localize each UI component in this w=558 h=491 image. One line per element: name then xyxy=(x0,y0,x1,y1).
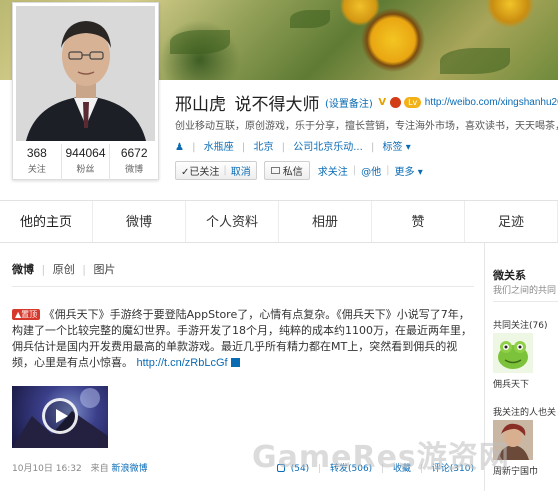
also-follow-name[interactable]: 周新宁国巾 xyxy=(493,464,538,477)
profile-meta: ♟ | 水瓶座 | 北京 | 公司北京乐动... | 标签 ▾ xyxy=(175,138,558,153)
filter-original[interactable]: 原创 xyxy=(53,263,75,276)
cover-leaf xyxy=(440,48,510,74)
common-follow-name[interactable]: 佣兵天下 xyxy=(493,377,529,390)
divider xyxy=(12,286,474,287)
pin-label: 置顶 xyxy=(21,310,38,319)
tab-footprints[interactable]: 足迹 xyxy=(465,201,558,242)
pinned-badge: ▲置顶 xyxy=(12,309,41,320)
also-follow-heading: 我关注的人也关 xyxy=(493,408,557,418)
post-footer: 10月10日 16:32 来自 新浪微博 (54) | 转发(506) | 收藏… xyxy=(12,461,474,474)
feed-filters: 微博 | 原创 | 图片 xyxy=(12,261,115,277)
divider: | xyxy=(370,142,375,153)
profile-tabs: 他的主页 微博 个人资料 相册 赞 足迹 xyxy=(0,200,558,243)
relations-sidebar: 微关系 我们之间的共同 共同关注(76) 佣兵天下 我关注的人也关 周新宁国巾 xyxy=(484,243,558,491)
stat-value: 6672 xyxy=(120,146,148,160)
stat-label: 关注 xyxy=(27,165,46,175)
play-icon[interactable] xyxy=(42,398,78,434)
tags-link[interactable]: 标签 xyxy=(383,142,403,153)
thumb-up-icon xyxy=(276,464,285,472)
ask-follow-link[interactable]: 求关注 xyxy=(318,163,348,178)
divider: | xyxy=(318,464,322,474)
video-link-icon xyxy=(231,358,241,367)
cover-leaf xyxy=(170,30,230,54)
favorite-button[interactable]: 收藏 xyxy=(393,464,411,474)
stat-label: 粉丝 xyxy=(76,165,95,175)
divider: | xyxy=(352,164,357,176)
filter-all[interactable]: 微博 xyxy=(12,263,34,276)
tab-likes[interactable]: 赞 xyxy=(372,201,465,242)
post-actions: (54) | 转发(506) | 收藏 | 评论(310) xyxy=(265,461,474,474)
mail-icon xyxy=(270,166,280,174)
profile-stats: 368 关注 944064 粉丝 6672 微博 xyxy=(13,144,158,180)
avatar[interactable] xyxy=(16,6,155,141)
divider: | xyxy=(419,464,423,474)
stat-followers[interactable]: 944064 粉丝 xyxy=(62,144,111,180)
profile-card: 368 关注 944064 粉丝 6672 微博 xyxy=(12,2,159,180)
more-label: 更多 xyxy=(394,166,415,178)
post-link[interactable]: http://t.cn/zRbLcGf xyxy=(137,357,228,369)
medal-icon[interactable] xyxy=(389,97,401,108)
common-follow-heading[interactable]: 共同关注(76) xyxy=(493,318,547,331)
profile-name-row: 邢山虎_说不得大师 (设置备注) V Lv http://weibo.com/x… xyxy=(175,90,558,112)
like-count: (54) xyxy=(290,464,310,474)
comment-button[interactable]: 评论(310) xyxy=(432,464,474,474)
sidebar-title: 微关系 xyxy=(493,269,526,282)
video-thumbnail[interactable] xyxy=(12,386,108,448)
profile-actions: ✓已关注 | 取消 私信 求关注 | @他 | 更多 ▾ xyxy=(175,160,423,180)
followed-button[interactable]: ✓已关注 | 取消 xyxy=(175,160,257,180)
chevron-down-icon: ▾ xyxy=(405,142,411,153)
message-button[interactable]: 私信 xyxy=(263,160,310,180)
sidebar-subtitle: 我们之间的共同 xyxy=(493,286,557,296)
mention-link[interactable]: @他 xyxy=(361,163,381,178)
stat-label: 微博 xyxy=(125,165,144,175)
profile-name: 邢山虎_说不得大师 xyxy=(175,95,320,112)
also-follow-avatar[interactable] xyxy=(493,420,533,460)
tab-weibo[interactable]: 微博 xyxy=(93,201,186,242)
repost-button[interactable]: 转发(506) xyxy=(330,464,372,474)
tab-profile-info[interactable]: 个人资料 xyxy=(186,201,279,242)
person-icon: ♟ xyxy=(175,142,184,153)
divider: | xyxy=(381,464,385,474)
divider: | xyxy=(82,263,86,276)
tab-home[interactable]: 他的主页 xyxy=(0,201,93,242)
message-label: 私信 xyxy=(282,166,303,178)
divider: | xyxy=(281,142,286,153)
unfollow-link[interactable]: 取消 xyxy=(231,163,251,178)
divider: | xyxy=(241,142,246,153)
divider xyxy=(493,301,558,302)
company-link[interactable]: 公司北京乐动... xyxy=(293,142,363,153)
source-prefix: 来自 xyxy=(90,464,109,474)
divider: | xyxy=(223,164,227,176)
divider: | xyxy=(192,142,196,153)
followed-label: ✓已关注 xyxy=(181,166,220,178)
post-text: ▲置顶 《佣兵天下》手游终于要登陆AppStore了，心情有点复杂。《佣兵天下》… xyxy=(12,307,474,371)
stat-value: 944064 xyxy=(65,146,106,160)
set-remark-link[interactable]: (设置备注) xyxy=(325,99,373,110)
profile-bio: 创业移动互联，原创游戏，乐于分享，擅长营销，专注海外市场，喜欢读书，天天喝茶，讲 xyxy=(175,121,558,132)
like-button[interactable]: (54) xyxy=(271,464,309,474)
common-follow-avatar[interactable] xyxy=(493,333,533,373)
stat-posts[interactable]: 6672 微博 xyxy=(110,144,158,180)
cover-leaf xyxy=(290,10,330,28)
post-source[interactable]: 新浪微博 xyxy=(111,464,147,474)
city-link[interactable]: 北京 xyxy=(253,142,273,153)
filter-images[interactable]: 图片 xyxy=(93,263,115,276)
stat-value: 368 xyxy=(26,146,47,160)
stat-following[interactable]: 368 关注 xyxy=(13,144,62,180)
verified-icon[interactable]: V xyxy=(378,97,386,108)
post-body: 《佣兵天下》手游终于要登陆AppStore了，心情有点复杂。《佣兵天下》小说写了… xyxy=(12,308,472,369)
profile-url-link[interactable]: http://weibo.com/xingshanhu20 xyxy=(425,97,558,108)
tab-album[interactable]: 相册 xyxy=(279,201,372,242)
divider: | xyxy=(386,164,390,176)
divider: | xyxy=(41,263,46,276)
more-menu[interactable]: 更多 ▾ xyxy=(395,163,423,178)
post-time[interactable]: 10月10日 16:32 xyxy=(12,464,82,474)
constellation-link[interactable]: 水瓶座 xyxy=(204,142,234,153)
level-badge[interactable]: Lv xyxy=(404,97,422,108)
